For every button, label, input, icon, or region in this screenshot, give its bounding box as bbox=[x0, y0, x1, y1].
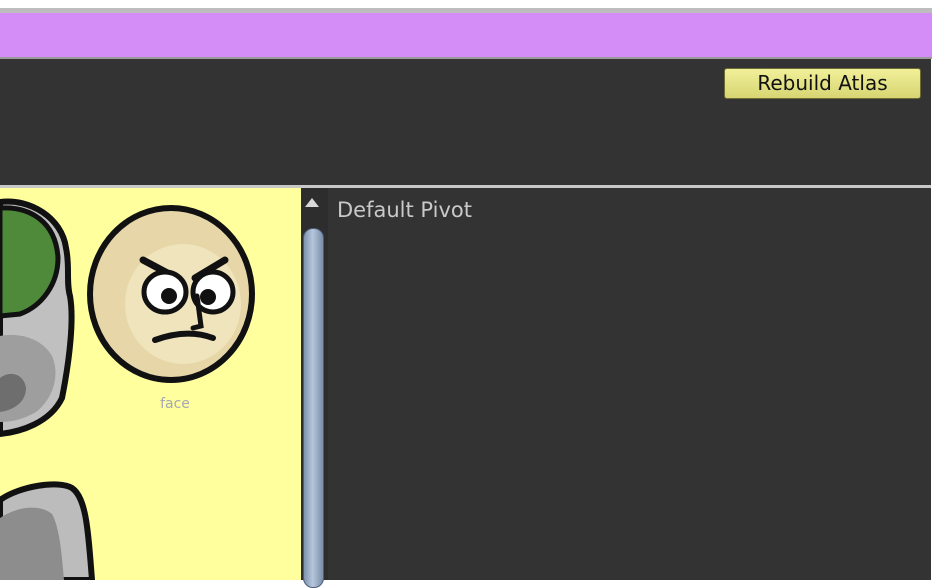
sprite-inspector-panel: Default Pivot bbox=[328, 188, 932, 580]
angry-face-icon bbox=[87, 205, 255, 383]
scroll-thumb[interactable] bbox=[303, 228, 324, 588]
scroll-up-arrow-icon[interactable] bbox=[305, 198, 319, 207]
sprite-list-scrollbar[interactable] bbox=[301, 188, 328, 588]
rebuild-atlas-button[interactable]: Rebuild Atlas bbox=[724, 68, 921, 99]
default-pivot-label: Default Pivot bbox=[337, 198, 472, 222]
atlas-toolbar: Rebuild Atlas bbox=[0, 59, 932, 185]
window-top-strip bbox=[0, 0, 932, 8]
sprite-list-panel: face bbox=[0, 188, 301, 580]
sprite-label-face: face bbox=[160, 396, 190, 412]
editor-header-bar bbox=[0, 13, 932, 59]
